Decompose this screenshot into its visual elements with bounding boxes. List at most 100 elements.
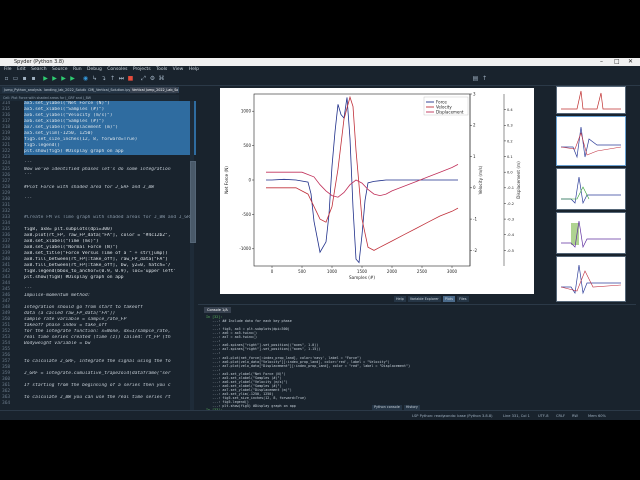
run-icon[interactable]: ▶ — [42, 75, 49, 82]
editor-tab[interactable]: Jump_Python_analysis.py — [2, 87, 43, 93]
line-number: 342 — [2, 269, 11, 274]
step-return-icon[interactable]: ↑ — [109, 75, 116, 82]
pane-tabs: Help Variable Explorer Plots Files — [394, 296, 470, 302]
tab-help[interactable]: Help — [394, 296, 406, 302]
line-number: 337 — [2, 239, 11, 244]
line-number: 358 — [2, 365, 11, 370]
line-number: 352 — [2, 329, 11, 334]
series-line-force — [266, 97, 458, 264]
menu-source[interactable]: Source — [52, 67, 67, 72]
menu-edit[interactable]: Edit — [17, 67, 26, 72]
plot-thumbnail[interactable] — [556, 212, 626, 254]
menu-projects[interactable]: Projects — [133, 67, 151, 72]
status-bar: LSP Python: ready conda: base (Python 3.… — [0, 410, 640, 420]
run-cell-icon[interactable]: ▶ — [51, 75, 58, 82]
plots-pane: 0 500 1000 1500 2000 2500 3000 -1000 -500 0 500 100… — [198, 86, 550, 296]
plot-thumbnail[interactable] — [556, 256, 626, 302]
line-number: 351 — [2, 323, 11, 328]
continue-icon[interactable]: ⏭ — [118, 75, 125, 82]
plot-thumbnail[interactable] — [556, 168, 626, 210]
y-tick-label-displacement: 0.3 — [507, 124, 513, 128]
line-number: 327 — [2, 179, 11, 184]
scrollbar-thumb[interactable] — [190, 161, 196, 243]
save-icon[interactable]: ▪ — [21, 75, 28, 82]
line-number: 354 — [2, 341, 11, 346]
save-all-icon[interactable]: ▪ — [30, 75, 37, 82]
figure-canvas[interactable]: 0 500 1000 1500 2000 2500 3000 -1000 -500 0 500 100… — [220, 88, 534, 294]
close-button[interactable]: ✕ — [628, 58, 633, 66]
console-tab[interactable]: Console 1/A — [204, 307, 231, 313]
maximize-button[interactable]: □ — [614, 58, 620, 66]
y-tick-label-velocity: 2 — [473, 123, 476, 128]
tab-files[interactable]: Files — [457, 296, 469, 302]
menu-file[interactable]: File — [4, 67, 12, 72]
step-icon[interactable]: ↳ — [91, 75, 98, 82]
code-editor[interactable]: 314 315 316 317 318 319 320 321 322 323 324 325 326 3… — [0, 101, 196, 411]
y-tick-label-displacement: -0.3 — [507, 217, 514, 221]
title-bar: Spyder (Python 3.8) – □ ✕ — [0, 58, 640, 66]
tab-plots[interactable]: Plots — [442, 296, 455, 302]
line-number: 333 — [2, 215, 11, 220]
menu-debug[interactable]: Debug — [87, 67, 102, 72]
y-tick-label-displacement: 0.1 — [507, 155, 513, 159]
menu-run[interactable]: Run — [73, 67, 82, 72]
stop-debug-icon[interactable]: ■ — [127, 75, 134, 82]
editor-tab-active[interactable]: Vertical Jump_2022_Lab_Solution_Jump... — [130, 87, 179, 93]
line-number: 324 — [2, 161, 11, 166]
line-number: 353 — [2, 335, 11, 340]
y-tick-label-displacement: 0.4 — [507, 108, 513, 112]
menu-help[interactable]: Help — [189, 67, 199, 72]
new-file-icon[interactable]: ▫ — [3, 75, 10, 82]
line-number: 321 — [2, 143, 11, 148]
editor-tab[interactable]: landing_lab_2022_Solution.ipy — [42, 87, 87, 93]
open-file-icon[interactable]: ▭ — [12, 75, 19, 82]
menu-tools[interactable]: Tools — [156, 67, 167, 72]
line-number: 328 — [2, 185, 11, 190]
line-number: 348 — [2, 305, 11, 310]
editor-tab[interactable]: CMJ_Vertical_Solution.ipy — [86, 87, 131, 93]
plot-thumbnails — [552, 86, 636, 304]
y-tick-label-force: -500 — [242, 212, 252, 217]
y-tick-label-displacement: -0.2 — [507, 202, 514, 206]
x-tick-label: 500 — [298, 269, 306, 274]
x-tick-label: 1500 — [357, 269, 368, 274]
python-path-icon[interactable]: ⌘ — [158, 75, 165, 82]
preferences-icon[interactable]: ⚙ — [149, 75, 156, 82]
line-number: 347 — [2, 299, 11, 304]
line-number: 364 — [2, 401, 11, 406]
y-tick-label-displacement: -0.5 — [507, 249, 514, 253]
menu-consoles[interactable]: Consoles — [107, 67, 127, 72]
editor-scrollbar[interactable] — [190, 101, 196, 411]
line-number: 340 — [2, 257, 11, 262]
run-cell-advance-icon[interactable]: ▶ — [60, 75, 67, 82]
menu-search[interactable]: Search — [31, 67, 46, 72]
line-number: 343 — [2, 275, 11, 280]
code-line[interactable]: to calculate J_BW you can use the real t… — [24, 395, 196, 401]
legend-label: Displacement — [436, 109, 464, 114]
line-number: 318 — [2, 125, 11, 130]
menu-view[interactable]: View — [173, 67, 184, 72]
series-line-displacement — [266, 164, 459, 198]
step-into-icon[interactable]: ↴ — [100, 75, 107, 82]
y-tick-label-force: 1000 — [241, 109, 252, 114]
status-cursor-position: Line 331, Col 1 — [503, 414, 530, 418]
ipython-console[interactable]: Console 1/A In [32]: ...: ## Include dat… — [198, 304, 636, 412]
debug-icon[interactable]: ◉ — [82, 75, 89, 82]
plot-thumbnail[interactable] — [556, 86, 626, 114]
tab-variable-explorer[interactable]: Variable Explorer — [407, 296, 441, 302]
line-number: 344 — [2, 281, 11, 286]
x-tick-label: 0 — [271, 269, 274, 274]
status-encoding: UTF-8 — [538, 414, 549, 418]
line-number: 315 — [2, 107, 11, 112]
plot-thumbnail[interactable] — [556, 116, 626, 166]
maximize-pane-icon[interactable]: ⤢ — [140, 75, 147, 82]
parent-directory-icon[interactable]: ↑ — [481, 75, 488, 82]
browse-directory-icon[interactable]: ▤ — [472, 75, 479, 82]
line-number: 314 — [2, 101, 11, 106]
line-number: 356 — [2, 353, 11, 358]
minimize-button[interactable]: – — [600, 58, 603, 66]
run-selection-icon[interactable]: ▶ — [69, 75, 76, 82]
y-tick-label-displacement: -0.1 — [507, 186, 514, 190]
line-number: 332 — [2, 209, 11, 214]
status-rw: RW — [572, 414, 578, 418]
